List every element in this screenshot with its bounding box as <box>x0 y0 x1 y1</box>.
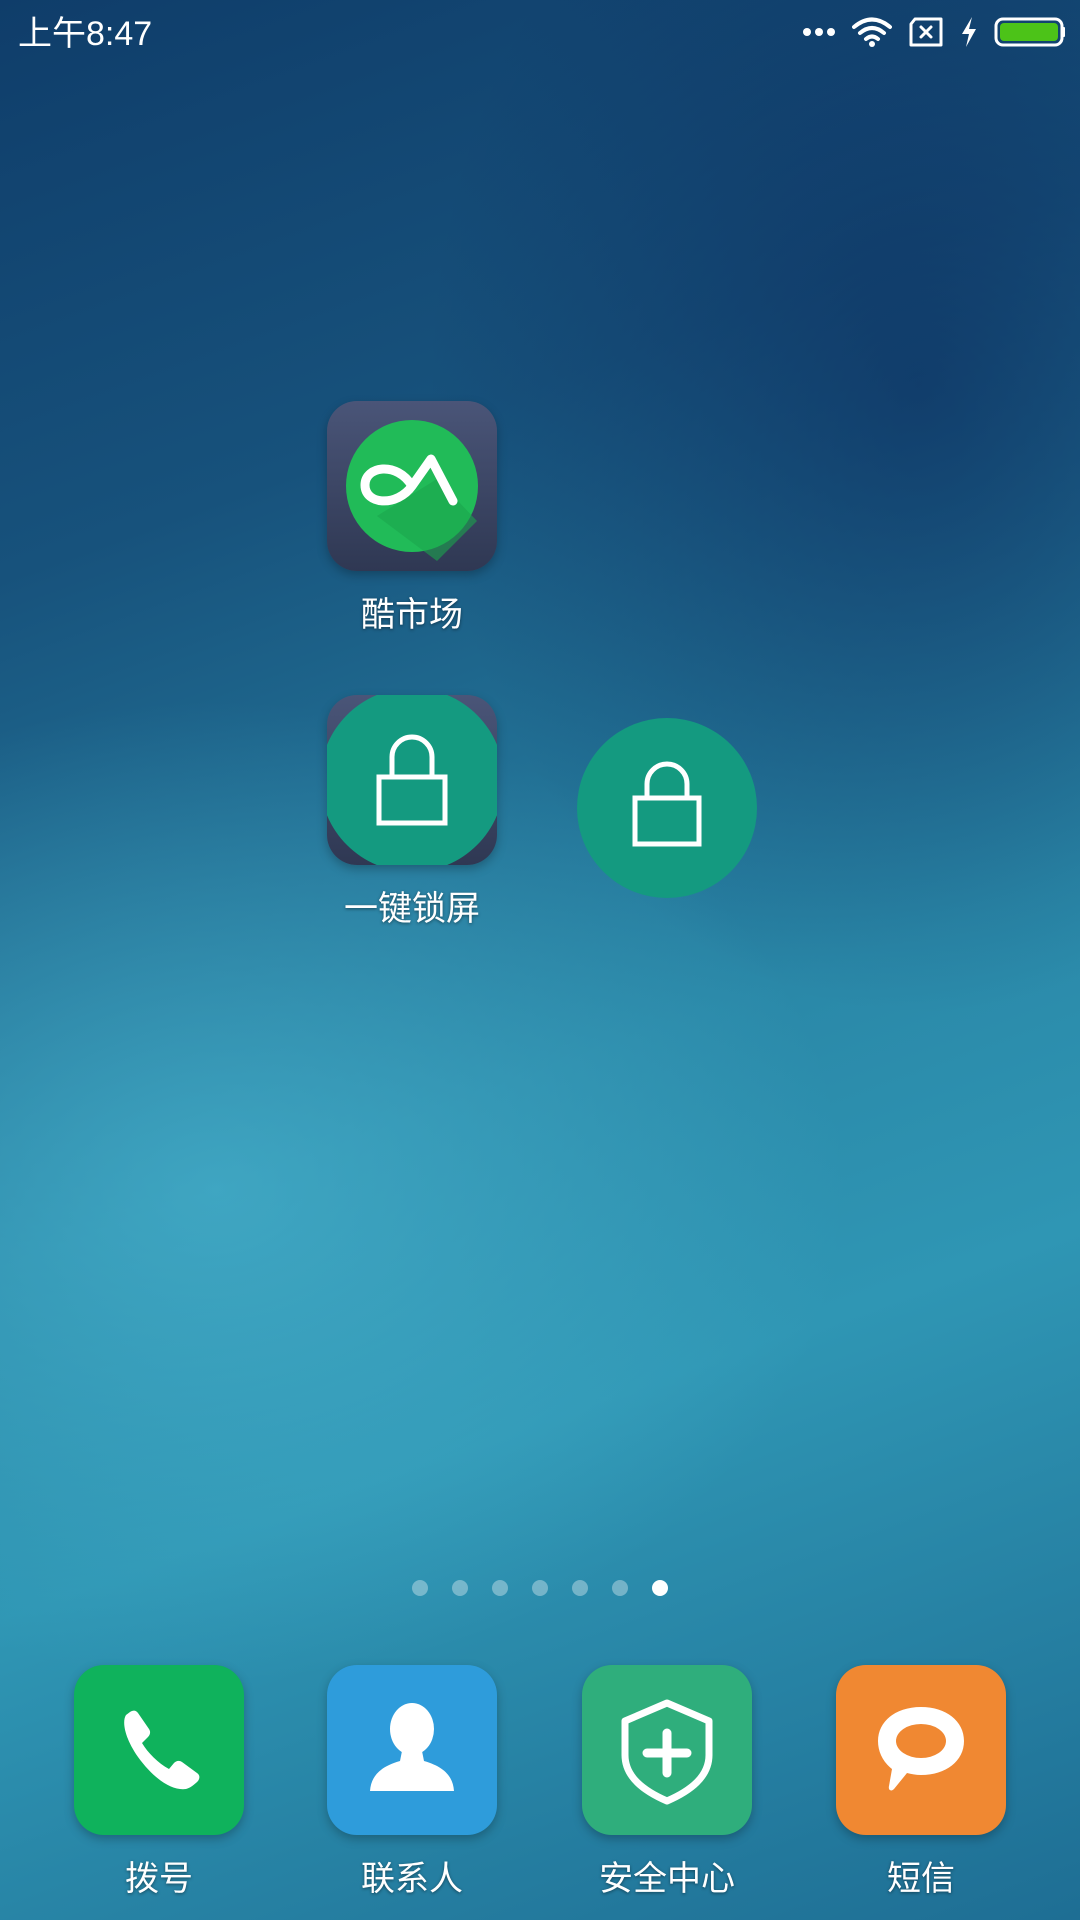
status-icons <box>802 12 1066 52</box>
app-one-key-lock[interactable]: 一键锁屏 <box>312 695 512 930</box>
page-indicator <box>0 1580 1080 1596</box>
dock-app-security[interactable]: 安全中心 <box>567 1665 767 1900</box>
shield-plus-icon <box>582 1665 752 1835</box>
charging-icon <box>960 16 978 48</box>
no-sim-icon <box>908 17 944 47</box>
page-dot-4[interactable] <box>532 1580 548 1596</box>
wifi-icon <box>852 16 892 48</box>
app-label: 安全中心 <box>599 1859 735 1899</box>
dock-app-dialer[interactable]: 拨号 <box>74 1665 244 1900</box>
message-icon <box>836 1665 1006 1835</box>
page-dot-2[interactable] <box>452 1580 468 1596</box>
page-dot-3[interactable] <box>492 1580 508 1596</box>
lock-icon <box>627 758 707 858</box>
dock-app-contacts[interactable]: 联系人 <box>327 1665 497 1900</box>
phone-icon <box>74 1665 244 1835</box>
app-label: 短信 <box>887 1859 955 1899</box>
page-dot-1[interactable] <box>412 1580 428 1596</box>
contact-icon <box>327 1665 497 1835</box>
status-bar: 上午8:47 <box>0 0 1080 60</box>
status-clock: 上午8:47 <box>18 15 153 53</box>
page-dot-5[interactable] <box>572 1580 588 1596</box>
floating-lock-button[interactable] <box>577 718 757 898</box>
app-label: 拨号 <box>125 1859 193 1899</box>
app-label: 酷市场 <box>361 595 463 635</box>
app-label: 一键锁屏 <box>344 889 480 929</box>
page-dot-6[interactable] <box>612 1580 628 1596</box>
battery-icon <box>994 17 1066 47</box>
app-coolmarket[interactable]: 酷市场 <box>327 401 497 636</box>
coolmarket-icon <box>327 401 497 571</box>
more-dots-icon <box>802 26 836 38</box>
app-label: 联系人 <box>361 1859 463 1899</box>
lock-icon <box>327 695 497 865</box>
page-dot-7[interactable] <box>652 1580 668 1596</box>
dock-app-messages[interactable]: 短信 <box>836 1665 1006 1900</box>
